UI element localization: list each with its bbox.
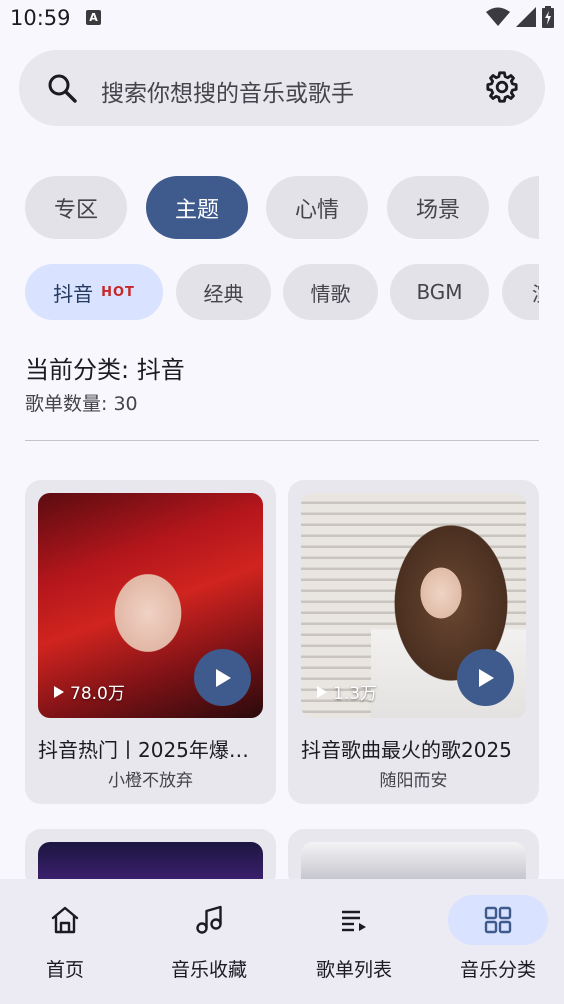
tab-performance[interactable]: 演 — [502, 264, 539, 320]
wifi-icon — [486, 7, 510, 26]
playlist-author: 小橙不放弃 — [108, 771, 193, 791]
search-icon[interactable] — [46, 72, 78, 104]
status-time: 10:59 — [10, 6, 71, 30]
nav-home-pill — [15, 895, 115, 945]
tab-love-songs[interactable]: 情歌 — [283, 264, 378, 320]
hot-badge: HOT — [101, 284, 135, 300]
nav-favorites-pill — [159, 895, 259, 945]
tab-bgm[interactable]: BGM — [390, 264, 489, 320]
tab-zone[interactable]: 专区 — [25, 176, 127, 239]
grid-category-icon — [484, 906, 512, 934]
home-icon — [51, 906, 79, 934]
tab-classic[interactable]: 经典 — [176, 264, 271, 320]
playlist-count: 歌单数量: 30 — [25, 393, 138, 415]
nav-home[interactable]: 首页 — [0, 895, 130, 995]
nav-home-label: 首页 — [45, 959, 84, 981]
primary-category-tabs: 专区 主题 心情 场景 年 — [25, 176, 539, 240]
tab-douyin[interactable]: 抖音 HOT — [25, 264, 163, 320]
play-small-icon — [317, 685, 327, 698]
search-input[interactable]: 搜索你想搜的音乐或歌手 — [101, 74, 354, 108]
divider — [25, 440, 539, 441]
playlist-title: 抖音歌曲最火的歌2025 — [301, 738, 512, 762]
gear-icon[interactable] — [485, 70, 519, 104]
nav-favorites[interactable]: 音乐收藏 — [144, 895, 274, 995]
tab-scene[interactable]: 场景 — [387, 176, 489, 239]
play-icon — [478, 668, 494, 687]
search-bar[interactable]: 搜索你想搜的音乐或歌手 — [19, 50, 545, 126]
playlist-icon — [342, 910, 366, 932]
play-count: 78.0万 — [54, 679, 125, 704]
sub-category-tabs: 抖音 HOT 经典 情歌 BGM 演 — [25, 264, 539, 320]
nav-categories-label: 音乐分类 — [459, 959, 536, 981]
bottom-navigation: 首页 音乐收藏 歌单列表 音乐分类 — [0, 879, 564, 1004]
signal-icon — [516, 7, 536, 27]
tab-mood[interactable]: 心情 — [266, 176, 368, 239]
tab-theme[interactable]: 主题 — [146, 176, 248, 239]
nav-favorites-label: 音乐收藏 — [170, 959, 247, 981]
current-category-title: 当前分类: 抖音 — [25, 356, 185, 384]
playlist-card[interactable]: 1.3万 抖音歌曲最火的歌2025 随阳而安 — [288, 480, 539, 804]
play-button[interactable] — [194, 649, 251, 706]
status-bar: 10:59 A — [0, 0, 564, 38]
nav-playlists-label: 歌单列表 — [315, 959, 392, 981]
tab-year[interactable]: 年 — [508, 176, 539, 239]
music-note-icon — [196, 905, 222, 934]
playlist-cover: 1.3万 — [301, 493, 526, 718]
play-small-icon — [54, 685, 64, 698]
battery-icon — [542, 6, 554, 28]
play-count: 1.3万 — [317, 679, 377, 704]
nav-categories[interactable]: 音乐分类 — [433, 895, 563, 995]
play-count-value: 1.3万 — [333, 684, 378, 704]
play-icon — [215, 668, 231, 687]
tab-douyin-label: 抖音 — [53, 281, 94, 306]
play-button[interactable] — [457, 649, 514, 706]
nav-playlists[interactable]: 歌单列表 — [289, 895, 419, 995]
play-count-value: 78.0万 — [70, 684, 125, 704]
nav-categories-pill — [448, 895, 548, 945]
playlist-title: 抖音热门丨2025年爆款热歌 — [38, 738, 266, 762]
nav-playlists-pill — [304, 895, 404, 945]
status-icons — [486, 6, 554, 28]
playlist-cover: 78.0万 — [38, 493, 263, 718]
playlist-card[interactable]: 78.0万 抖音热门丨2025年爆款热歌 小橙不放弃 — [25, 480, 276, 804]
status-a-icon: A — [86, 10, 101, 25]
playlist-author: 随阳而安 — [379, 771, 448, 791]
